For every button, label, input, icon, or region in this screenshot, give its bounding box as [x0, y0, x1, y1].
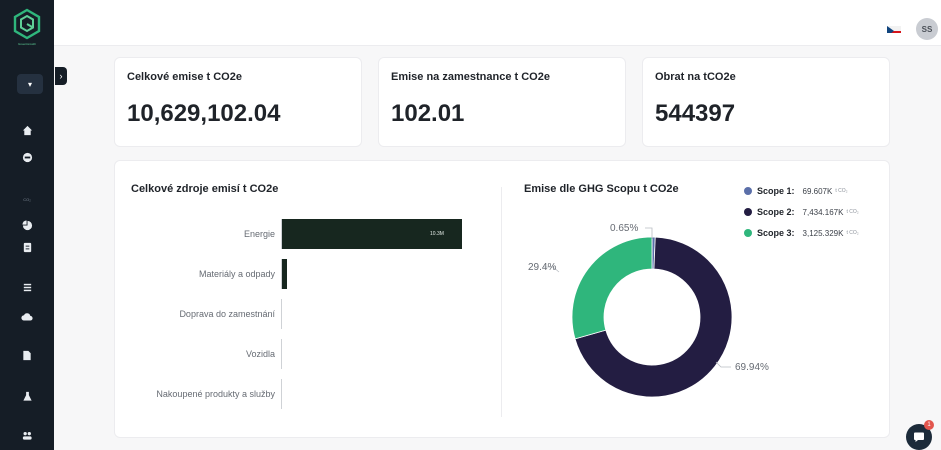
bar-category-label: Energie: [243, 229, 275, 239]
chart-divider: [501, 187, 502, 417]
flag-cz-icon[interactable]: [887, 23, 901, 33]
bar-axis-tick: [281, 339, 282, 369]
charts-card: Celkové zdroje emisí t CO2e Energie 10.3M…: [114, 160, 890, 438]
home-icon[interactable]: [20, 123, 34, 137]
sidebar-collapse-button[interactable]: ›: [55, 67, 67, 85]
kpi-card-revenue-per-co2: Obrat na tCO2e 544397: [642, 57, 890, 147]
chevron-right-icon: ›: [59, 71, 63, 81]
pie-chart-icon[interactable]: [20, 218, 34, 232]
legend-name: Scope 1:: [757, 186, 795, 196]
logo-caption: GreenGrowth: [17, 42, 36, 46]
bar-category-label: Nakoupené produkty a služby: [156, 389, 275, 399]
account-circle-icon[interactable]: [20, 150, 34, 164]
donut-slice-scope-3[interactable]: [571, 236, 653, 340]
file-icon[interactable]: [20, 348, 34, 362]
list-icon[interactable]: [20, 280, 34, 294]
legend-value: 69.607K: [802, 186, 833, 196]
kpi-card-emissions-per-employee: Emise na zamestnance t CO2e 102.01: [378, 57, 626, 147]
brand-logo[interactable]: [13, 8, 41, 44]
bar-category-label: Vozidla: [245, 349, 275, 359]
chat-bubble-icon: [914, 432, 924, 442]
scope-chart-title: Emise dle GHG Scopu t CO2e: [524, 183, 679, 195]
kpi-value: 10,629,102.04: [127, 100, 281, 127]
legend-swatch: [744, 208, 752, 216]
kpi-value: 102.01: [391, 100, 465, 127]
chevron-down-icon: ▾: [27, 79, 32, 89]
kpi-value: 544397: [655, 100, 736, 127]
legend-item-scope3[interactable]: Scope 3: 3,125.329K t CO₂: [744, 228, 859, 238]
kpi-title: Obrat na tCO2e: [655, 71, 736, 83]
legend-name: Scope 3:: [757, 228, 795, 238]
cloud-icon[interactable]: [20, 309, 34, 323]
legend-unit: t CO₂: [846, 209, 859, 215]
legend-item-scope1[interactable]: Scope 1: 69.607K t CO₂: [744, 186, 848, 196]
legend-item-scope2[interactable]: Scope 2: 7,434.167K t CO₂: [744, 207, 859, 217]
scope2-percent-label: 69.94%: [735, 362, 769, 373]
workspace-toggle[interactable]: ▾: [17, 74, 43, 94]
legend-name: Scope 2:: [757, 207, 795, 217]
bar-axis-tick: [281, 379, 282, 409]
kpi-title: Celkové emise t CO2e: [127, 71, 242, 83]
chat-notification-badge: 1: [924, 420, 934, 430]
legend-unit: t CO₂: [835, 188, 848, 194]
co2-nav-label[interactable]: CO₂: [17, 197, 37, 202]
bar-category-label: Doprava do zamestnání: [179, 309, 275, 319]
scope1-percent-label: 0.65%: [610, 223, 639, 234]
sources-chart-title: Celkové zdroje emisí t CO2e: [131, 183, 279, 195]
team-icon[interactable]: [20, 428, 34, 442]
user-avatar[interactable]: SS: [916, 18, 938, 40]
kpi-title: Emise na zamestnance t CO2e: [391, 71, 550, 83]
scope3-percent-label: 29.4%: [528, 262, 557, 273]
document-icon[interactable]: [20, 240, 34, 254]
scope-donut-chart: [571, 236, 733, 398]
kpi-card-total-emissions: Celkové emise t CO2e 10,629,102.04: [114, 57, 362, 147]
sidebar: GreenGrowth ▾ CO₂: [0, 0, 54, 450]
bar-category-label: Materiály a odpady: [198, 269, 275, 279]
legend-swatch: [744, 229, 752, 237]
bar-axis-tick: [281, 299, 282, 329]
legend-value: 3,125.329K: [802, 228, 844, 238]
topbar: [54, 0, 941, 46]
bar[interactable]: [282, 259, 288, 289]
legend-swatch: [744, 187, 752, 195]
legend-unit: t CO₂: [846, 230, 859, 236]
bar-data-label: 10.3M: [430, 231, 444, 237]
legend-value: 7,434.167K: [802, 207, 844, 217]
flask-icon[interactable]: [20, 389, 34, 403]
